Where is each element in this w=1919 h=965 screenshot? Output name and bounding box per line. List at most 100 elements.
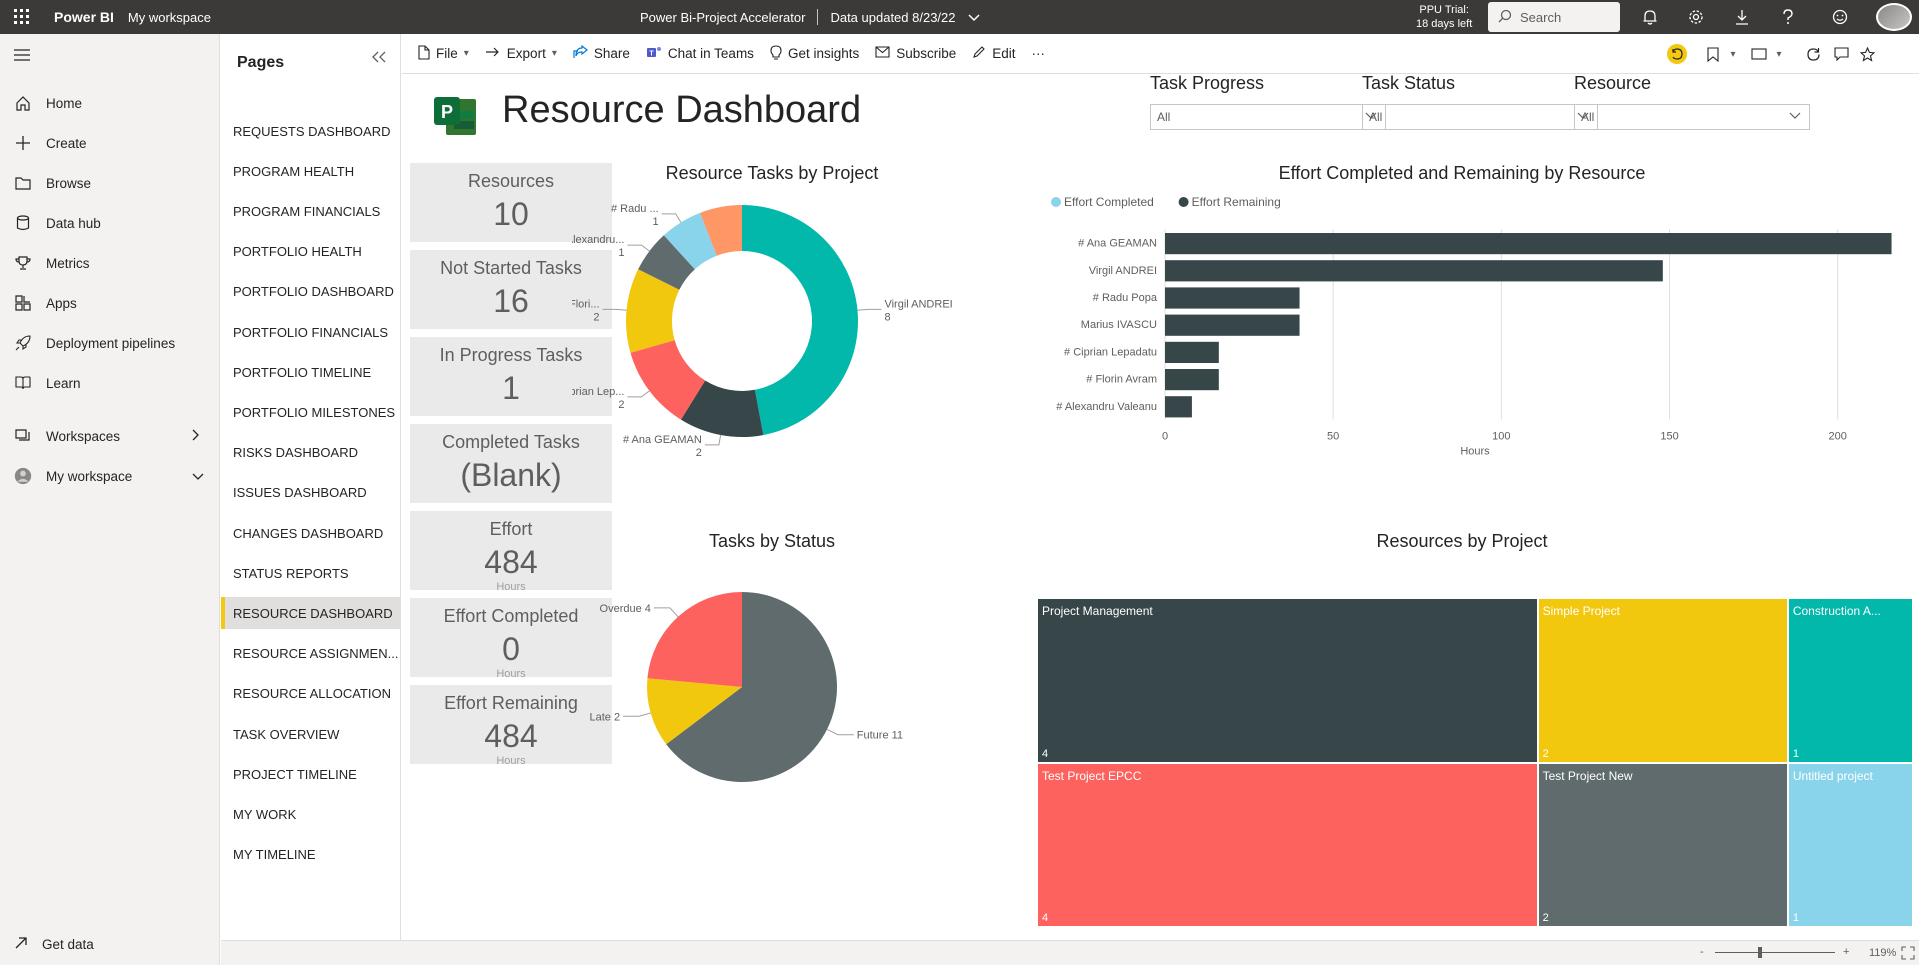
page-tab[interactable]: PORTFOLIO HEALTH xyxy=(221,236,400,268)
slice-label: # Radu ... xyxy=(611,203,659,215)
workspace-breadcrumb[interactable]: My workspace xyxy=(128,10,211,25)
page-tab[interactable]: RESOURCE DASHBOARD xyxy=(221,597,400,630)
favorite-star-icon[interactable] xyxy=(1852,34,1882,74)
page-tab[interactable]: PORTFOLIO FINANCIALS xyxy=(221,316,400,348)
get-insights-button[interactable]: Get insights xyxy=(770,44,859,63)
gear-icon[interactable] xyxy=(1676,0,1716,34)
leader-line xyxy=(627,390,650,398)
page-tab[interactable]: RESOURCE ALLOCATION xyxy=(221,678,400,710)
treemap-tile[interactable]: Test Project New 2 xyxy=(1538,763,1787,926)
bar[interactable] xyxy=(1165,260,1663,282)
page-tab[interactable]: STATUS REPORTS xyxy=(221,557,400,589)
trial-line-1: PPU Trial: xyxy=(1419,4,1469,16)
nav-data-hub[interactable]: Data hub xyxy=(14,211,101,235)
nav-workspaces[interactable]: Workspaces xyxy=(14,424,199,448)
chevron-right-icon[interactable] xyxy=(192,429,200,444)
nav-metrics[interactable]: Metrics xyxy=(14,251,90,275)
get-data-link[interactable]: Get data xyxy=(14,936,94,953)
resource-slicer[interactable]: Resource All xyxy=(1574,73,1810,130)
search-input[interactable]: Search xyxy=(1488,2,1620,32)
refresh-icon[interactable] xyxy=(1798,34,1828,74)
zoom-slider-handle[interactable] xyxy=(1758,947,1762,958)
page-tab[interactable]: PORTFOLIO TIMELINE xyxy=(221,356,400,388)
download-icon[interactable] xyxy=(1722,0,1762,34)
page-tab[interactable]: RISKS DASHBOARD xyxy=(221,437,400,469)
resources-by-project-treemap[interactable]: Project Management 4 Test Project EPCC 4 Sim… xyxy=(1038,599,1914,928)
report-header: Power Bi-Project Accelerator Data update… xyxy=(640,0,980,34)
brand-name[interactable]: Power BI xyxy=(54,9,114,25)
zoom-slider-track[interactable] xyxy=(1715,952,1835,953)
y-category-label: # Alexandru Valeanu xyxy=(1056,401,1157,413)
chat-in-teams-button[interactable]: T Chat in Teams xyxy=(646,45,754,63)
resource-tasks-donut-chart[interactable]: Virgil ANDREI8# Ana GEAMAN2# Ciprian Lep… xyxy=(572,193,972,463)
treemap-tile[interactable]: Project Management 4 xyxy=(1038,599,1537,762)
donut-slice[interactable] xyxy=(742,205,859,436)
user-avatar[interactable] xyxy=(1876,3,1912,31)
treemap-tile-value: 4 xyxy=(1042,912,1049,924)
page-tab[interactable]: MY TIMELINE xyxy=(221,839,400,871)
zoom-out-button[interactable]: - xyxy=(1700,946,1704,958)
tasks-by-status-pie-chart[interactable]: Future 11 Late 2 Overdue 4 xyxy=(572,561,972,851)
hamburger-menu-icon[interactable] xyxy=(14,48,30,67)
edit-button[interactable]: Edit xyxy=(972,45,1016,62)
nav-learn[interactable]: Learn xyxy=(14,371,81,395)
nav-apps[interactable]: Apps xyxy=(14,291,77,315)
collapse-pane-icon[interactable] xyxy=(371,50,387,68)
task-status-dropdown[interactable]: All xyxy=(1362,104,1598,130)
chevron-down-icon[interactable]: ▾ xyxy=(1764,34,1794,74)
more-options-button[interactable]: ··· xyxy=(1032,46,1046,61)
app-launcher-icon[interactable] xyxy=(0,0,44,34)
arrow-up-right-icon xyxy=(14,936,28,953)
bar[interactable] xyxy=(1165,287,1300,309)
effort-bar-chart[interactable]: Effort Completed Effort Remaining 0 50 100 15… xyxy=(1032,187,1912,457)
treemap-tile[interactable]: Test Project EPCC 4 xyxy=(1038,763,1537,926)
treemap-tile[interactable]: Untitled project 1 xyxy=(1788,763,1912,926)
bar[interactable] xyxy=(1165,369,1219,391)
file-menu-button[interactable]: File ▾ xyxy=(418,44,469,63)
page-tab[interactable]: PORTFOLIO MILESTONES xyxy=(221,396,400,428)
nav-my-workspace[interactable]: My workspace xyxy=(14,464,204,488)
page-tab[interactable]: CHANGES DASHBOARD xyxy=(221,517,400,549)
bar[interactable] xyxy=(1165,396,1192,418)
page-tab[interactable]: TASK OVERVIEW xyxy=(221,718,400,750)
task-status-slicer[interactable]: Task Status All xyxy=(1362,73,1598,130)
zoom-in-button[interactable]: + xyxy=(1843,946,1849,958)
data-updated-dropdown[interactable]: Data updated 8/23/22 xyxy=(830,10,955,25)
fit-to-page-icon[interactable] xyxy=(1901,946,1915,963)
chevron-down-icon[interactable] xyxy=(967,10,980,25)
treemap-tile-label: Simple Project xyxy=(1542,604,1620,618)
task-progress-slicer[interactable]: Task Progress All xyxy=(1150,73,1386,130)
subscribe-button[interactable]: Subscribe xyxy=(875,46,956,61)
svg-text:P: P xyxy=(441,102,453,122)
bar[interactable] xyxy=(1165,233,1892,255)
treemap-tile-label: Project Management xyxy=(1042,604,1153,618)
page-tab[interactable]: REQUESTS DASHBOARD xyxy=(221,115,400,147)
page-tab[interactable]: RESOURCE ASSIGNMEN... xyxy=(221,638,400,670)
chevron-down-icon[interactable] xyxy=(192,469,204,484)
share-button[interactable]: Share xyxy=(573,44,630,62)
page-tab[interactable]: PROGRAM FINANCIALS xyxy=(221,195,400,227)
page-tab[interactable]: PROJECT TIMELINE xyxy=(221,758,400,790)
help-icon[interactable] xyxy=(1768,0,1808,34)
export-menu-button[interactable]: Export ▾ xyxy=(485,46,557,61)
reset-icon[interactable] xyxy=(1662,34,1692,74)
bell-icon[interactable] xyxy=(1630,0,1670,34)
export-label: Export xyxy=(506,46,546,61)
page-tab[interactable]: PROGRAM HEALTH xyxy=(221,155,400,187)
treemap-tile[interactable]: Simple Project 2 xyxy=(1538,599,1787,762)
nav-home[interactable]: Home xyxy=(14,91,82,115)
pie-slice[interactable] xyxy=(647,592,742,687)
treemap-tile[interactable]: Construction A... 1 xyxy=(1788,599,1912,762)
page-tab[interactable]: PORTFOLIO DASHBOARD xyxy=(221,276,400,308)
pie-chart-title: Tasks by Status xyxy=(708,531,836,551)
page-tab[interactable]: MY WORK xyxy=(221,798,400,830)
nav-create[interactable]: Create xyxy=(14,131,87,155)
nav-browse[interactable]: Browse xyxy=(14,171,91,195)
nav-deployment-pipelines[interactable]: Deployment pipelines xyxy=(14,331,175,355)
page-tab[interactable]: ISSUES DASHBOARD xyxy=(221,477,400,509)
task-progress-dropdown[interactable]: All xyxy=(1150,104,1386,130)
feedback-smiley-icon[interactable] xyxy=(1820,0,1860,34)
bar[interactable] xyxy=(1165,314,1300,336)
resource-dropdown[interactable]: All xyxy=(1574,104,1810,130)
bar[interactable] xyxy=(1165,341,1219,363)
